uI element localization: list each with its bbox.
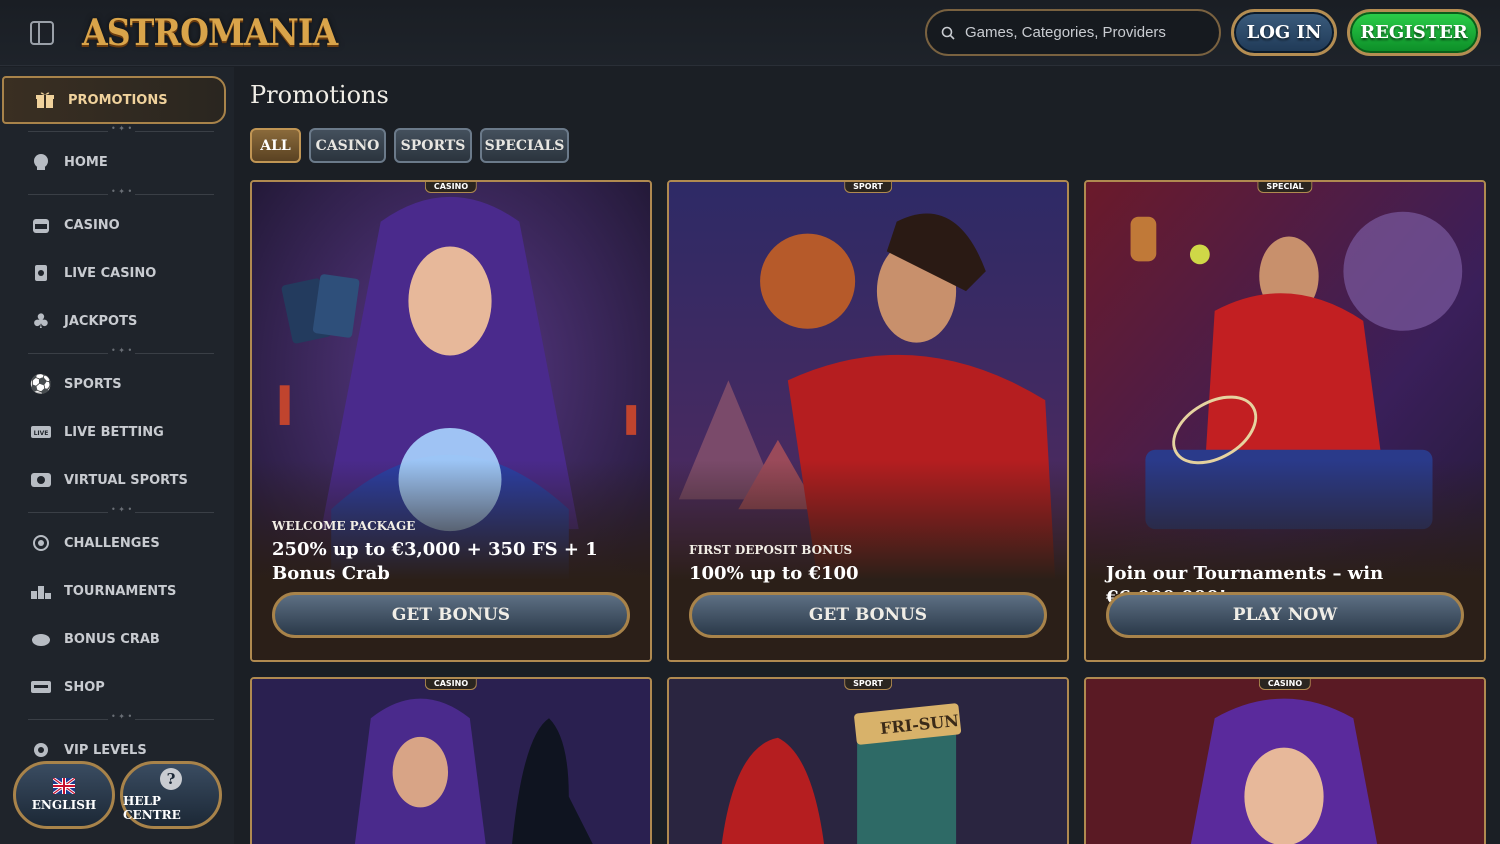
uk-flag-icon [53,778,75,794]
promo-card-sport-2[interactable]: SPORT FRI-SUN [667,677,1069,844]
gift-icon [34,89,56,111]
sidebar-item-label: HOME [64,154,108,170]
logo[interactable]: ASTROMANIA [82,8,338,58]
register-button[interactable]: REGISTER [1347,9,1481,56]
card-tag: SPORT [844,679,892,690]
sidebar: PROMOTIONS HOME CASINO LIVE CASINO ♣ JAC… [0,67,234,844]
sidebar-divider [28,187,214,196]
booth-illustration [669,679,1067,844]
card-headline: 250% up to €3,000 + 350 FS + 1 Bonus Cra… [272,539,598,584]
live-card-icon [30,262,52,284]
sidebar-item-label: CHALLENGES [64,535,160,551]
sidebar-item-label: LIVE BETTING [64,424,164,440]
play-now-button[interactable]: PLAY NOW [1106,592,1464,638]
sidebar-item-live-casino[interactable]: LIVE CASINO [0,252,234,294]
promo-card-casino-2[interactable]: CASINO [250,677,652,844]
crab-icon [30,628,52,650]
language-label: ENGLISH [31,798,97,812]
sidebar-item-home[interactable]: HOME [0,141,234,183]
svg-text:LIVE: LIVE [34,430,49,437]
sidebar-item-label: JACKPOTS [64,313,138,329]
promo-card-welcome[interactable]: CASINO WELCOME PACKAGE 250% up to €3,000… [250,180,652,662]
sidebar-item-casino[interactable]: CASINO [0,204,234,246]
sidebar-divider [28,346,214,355]
sidebar-item-label: SHOP [64,679,105,695]
sidebar-divider [28,712,214,721]
sidebar-item-challenges[interactable]: CHALLENGES [0,522,234,564]
filter-casino[interactable]: CASINO [309,128,386,163]
card-tag: CASINO [424,679,478,690]
sidebar-item-promotions[interactable]: PROMOTIONS [2,76,226,124]
question-icon: ? [160,768,182,790]
get-bonus-button[interactable]: GET BONUS [272,592,630,638]
clover-icon: ♣ [32,309,50,333]
sidebar-item-label: VIP LEVELS [64,742,147,758]
sorceress-cat-illustration [252,679,650,844]
sidebar-item-jackpots[interactable]: ♣ JACKPOTS [0,300,234,342]
card-headline: 100% up to €100 [689,563,859,584]
promo-card-tournaments[interactable]: SPECIAL Join our Tournaments – win €6,00… [1084,180,1486,662]
card-eyebrow: WELCOME PACKAGE [272,519,416,533]
sidebar-item-label: CASINO [64,217,120,233]
card-tag: CASINO [424,182,478,193]
sidebar-item-label: LIVE CASINO [64,265,157,281]
promo-card-first-deposit[interactable]: SPORT FIRST DEPOSIT BONUS 100% up to €10… [667,180,1069,662]
search-bar[interactable] [925,9,1221,56]
sidebar-item-sports[interactable]: ⚽ SPORTS [0,363,234,405]
promo-card-casino-3[interactable]: CASINO [1084,677,1486,844]
main-content: Promotions ALL CASINO SPORTS SPECIALS CA… [234,67,1500,844]
card-tag: SPORT [844,182,892,193]
live-badge-icon: LIVE [30,421,52,443]
sidebar-item-label: BONUS CRAB [64,631,160,647]
card-tag: SPECIAL [1257,182,1313,193]
sidebar-item-shop[interactable]: SHOP [0,666,234,708]
card-eyebrow: FIRST DEPOSIT BONUS [689,543,853,557]
podium-icon [30,580,52,602]
top-header: ASTROMANIA LOG IN REGISTER [0,0,1500,66]
login-button[interactable]: LOG IN [1231,9,1337,56]
sidebar-toggle-icon[interactable] [30,21,54,45]
filter-specials[interactable]: SPECIALS [480,128,569,163]
target-icon [30,532,52,554]
page-title: Promotions [250,81,389,109]
slot-machine-icon [30,214,52,236]
filter-sports[interactable]: SPORTS [394,128,472,163]
sidebar-item-label: VIRTUAL SPORTS [64,472,188,488]
sidebar-item-label: SPORTS [64,376,122,392]
get-bonus-button[interactable]: GET BONUS [689,592,1047,638]
sidebar-item-tournaments[interactable]: TOURNAMENTS [0,570,234,612]
search-input[interactable] [965,24,1205,41]
sidebar-item-bonus-crab[interactable]: BONUS CRAB [0,618,234,660]
sidebar-divider [28,505,214,514]
language-button[interactable]: ENGLISH [13,761,115,829]
filter-all[interactable]: ALL [250,128,301,163]
sidebar-divider [28,124,214,133]
shop-icon [30,676,52,698]
soccer-ball-icon: ⚽ [29,373,53,395]
fortune-teller-2-illustration [1086,679,1484,844]
home-icon [30,151,52,173]
vip-icon [30,739,52,761]
sidebar-item-label: PROMOTIONS [68,92,168,108]
sidebar-item-virtual-sports[interactable]: VIRTUAL SPORTS [0,459,234,501]
help-centre-label: HELP CENTRE [123,794,181,822]
sidebar-item-live-betting[interactable]: LIVE LIVE BETTING [0,411,234,453]
sidebar-item-label: TOURNAMENTS [64,583,177,599]
virtual-ball-icon [30,469,52,491]
card-tag: CASINO [1258,679,1312,690]
help-centre-button[interactable]: ? HELP CENTRE [120,761,222,829]
search-icon [941,26,955,40]
